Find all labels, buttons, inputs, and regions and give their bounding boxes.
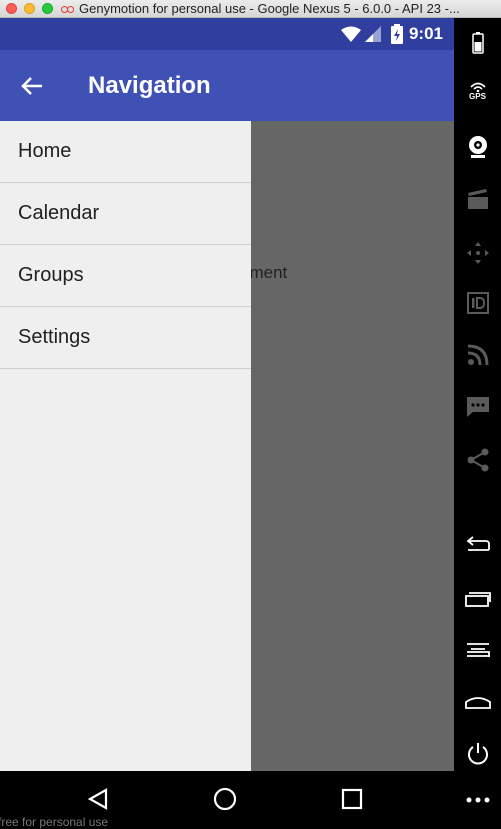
- drawer-item-settings[interactable]: Settings: [0, 307, 251, 369]
- close-window-button[interactable]: [6, 3, 17, 14]
- minimize-window-button[interactable]: [24, 3, 35, 14]
- clapperboard-icon: [467, 189, 488, 209]
- gps-label: GPS: [469, 92, 486, 101]
- share-widget-button[interactable]: [454, 448, 501, 472]
- window-controls: [6, 3, 53, 14]
- cell-signal-icon: [364, 26, 381, 42]
- back-arrow-button[interactable]: [16, 70, 48, 102]
- camera-widget-button[interactable]: [454, 135, 501, 159]
- rss-widget-button[interactable]: [454, 344, 501, 366]
- drawer-item-label: Groups: [18, 264, 84, 286]
- return-arrow-icon: [466, 536, 490, 551]
- recent-apps-icon: [464, 592, 491, 607]
- navigation-drawer: Home Calendar Groups Settings: [0, 121, 251, 771]
- genymotion-toolbar: GPS: [454, 18, 501, 827]
- rss-feed-icon: [467, 344, 488, 366]
- screencast-widget-button[interactable]: [454, 189, 501, 209]
- drawer-item-calendar[interactable]: Calendar: [0, 183, 251, 245]
- battery-icon: [471, 32, 484, 54]
- toolbar-more-button[interactable]: [454, 796, 501, 804]
- circle-home-icon: [213, 787, 237, 811]
- arrow-left-icon: [21, 76, 42, 95]
- message-bubble-icon: [466, 397, 489, 417]
- power-icon: [467, 743, 488, 765]
- genymotion-logo-icon: [61, 4, 75, 14]
- nav-home-button[interactable]: [213, 787, 237, 811]
- webcam-icon: [468, 136, 487, 158]
- share-icon: [467, 448, 488, 472]
- gps-widget-button[interactable]: GPS: [454, 82, 501, 101]
- page-title: Navigation: [88, 71, 211, 99]
- android-status-bar: 9:01: [0, 18, 454, 50]
- window-title: Genymotion for personal use - Google Nex…: [79, 1, 460, 16]
- toolbar-power-button[interactable]: [454, 742, 501, 766]
- home-shape-icon: [464, 697, 491, 709]
- move-arrows-icon: [466, 242, 489, 264]
- menu-lines-icon: [466, 643, 490, 657]
- window-titlebar: Genymotion for personal use - Google Nex…: [0, 0, 501, 18]
- battery-widget-button[interactable]: [454, 32, 501, 54]
- gps-signal-icon: [469, 82, 486, 92]
- toolbar-menu-button[interactable]: [454, 642, 501, 658]
- triangle-back-icon: [87, 788, 108, 810]
- toolbar-back-button[interactable]: [454, 536, 501, 552]
- id-card-icon: [466, 292, 489, 314]
- drawer-item-label: Settings: [18, 326, 91, 348]
- wifi-icon: [340, 26, 361, 42]
- device-screen: 9:01 Navigation gment Home Calendar Grou…: [0, 18, 454, 771]
- nav-back-button[interactable]: [86, 787, 110, 811]
- toolbar-home-button[interactable]: [454, 695, 501, 709]
- drawer-item-home[interactable]: Home: [0, 121, 251, 183]
- device-id-widget-button[interactable]: [454, 292, 501, 314]
- nav-recents-button[interactable]: [340, 787, 364, 811]
- app-bar: Navigation: [0, 50, 454, 121]
- status-time: 9:01: [408, 24, 443, 43]
- drawer-item-label: Calendar: [18, 202, 100, 224]
- remote-control-widget-button[interactable]: [454, 241, 501, 265]
- battery-charging-icon: [390, 24, 403, 44]
- maximize-window-button[interactable]: [42, 3, 53, 14]
- toolbar-recent-apps-button[interactable]: [454, 591, 501, 607]
- sms-widget-button[interactable]: [454, 396, 501, 418]
- drawer-item-groups[interactable]: Groups: [0, 245, 251, 307]
- square-recents-icon: [341, 788, 363, 810]
- drawer-item-label: Home: [18, 140, 72, 162]
- more-dots-icon: [466, 797, 489, 803]
